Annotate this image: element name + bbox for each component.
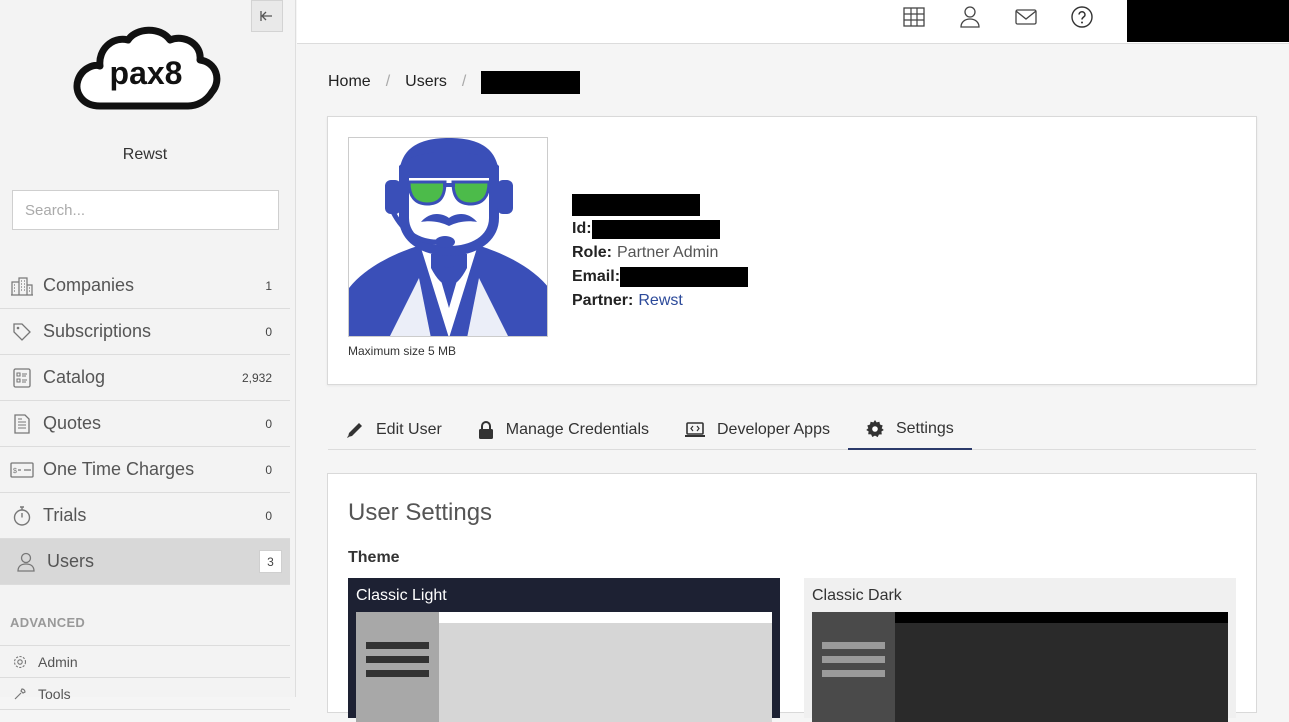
- sidebar-item-quotes[interactable]: Quotes 0: [0, 401, 290, 447]
- id-value-redacted: [591, 219, 720, 239]
- buildings-icon: [10, 274, 34, 298]
- breadcrumb-home[interactable]: Home: [328, 73, 371, 91]
- wrench-icon: [12, 686, 28, 702]
- laptop-code-icon: [685, 421, 705, 438]
- profile-card: Maximum size 5 MB Id: Role: Partner Admi…: [327, 116, 1257, 385]
- breadcrumb-current-redacted: [481, 70, 581, 94]
- catalog-list-icon: [10, 366, 34, 390]
- user-name-redacted: [572, 194, 700, 216]
- user-icon[interactable]: [958, 5, 982, 29]
- theme-label: Theme: [348, 549, 400, 566]
- sidebar: pax8 Rewst Companies 1 Subscriptions 0 C…: [0, 0, 296, 710]
- count-badge: 1: [265, 278, 272, 293]
- sidebar-item-label: Tools: [38, 685, 71, 702]
- sidebar-item-label: Admin: [38, 653, 78, 670]
- email-label: Email:: [572, 268, 621, 285]
- sidebar-item-tools[interactable]: Tools: [0, 678, 290, 710]
- redacted-account: [1127, 0, 1289, 42]
- tab-label: Edit User: [376, 420, 442, 438]
- sidebar-item-label: Companies: [43, 275, 135, 295]
- gear-icon: [866, 419, 884, 438]
- id-label: Id:: [572, 220, 592, 237]
- breadcrumb: Home / Users /: [328, 70, 581, 94]
- user-tabs: Edit User Manage Credentials Developer A…: [328, 409, 1256, 450]
- gear-icon: [12, 654, 28, 670]
- grid-table-icon[interactable]: [902, 5, 926, 29]
- tab-developer-apps[interactable]: Developer Apps: [667, 409, 848, 450]
- sidebar-item-label: Trials: [43, 505, 87, 525]
- breadcrumb-separator: /: [385, 73, 391, 90]
- settings-title: User Settings: [348, 499, 493, 526]
- sidebar-item-label: Catalog: [43, 367, 106, 387]
- partner-label: Partner:: [572, 292, 634, 309]
- theme-preview-light: [356, 612, 772, 722]
- theme-option-classic-dark[interactable]: Classic Dark: [804, 578, 1236, 722]
- logo-text: pax8: [110, 55, 183, 91]
- sidebar-item-label: Quotes: [43, 413, 102, 433]
- tab-edit-user[interactable]: Edit User: [328, 409, 460, 450]
- help-icon[interactable]: [1070, 5, 1094, 29]
- partner-link[interactable]: Rewst: [638, 289, 682, 313]
- org-name: Rewst: [122, 146, 168, 163]
- tab-settings[interactable]: Settings: [847, 409, 972, 450]
- sidebar-item-one-time-charges[interactable]: $ One Time Charges 0: [0, 447, 290, 493]
- theme-option-classic-light[interactable]: Classic Light: [348, 578, 780, 722]
- top-bar: [297, 0, 1289, 44]
- theme-preview-dark: [812, 612, 1228, 722]
- tag-icon: [10, 320, 34, 344]
- count-badge: 2,932: [241, 370, 272, 385]
- sidebar-item-catalog[interactable]: Catalog 2,932: [0, 355, 290, 401]
- sidebar-item-label: One Time Charges: [43, 459, 195, 479]
- pencil-icon: [346, 421, 364, 439]
- tab-label: Manage Credentials: [505, 420, 649, 438]
- sidebar-item-companies[interactable]: Companies 1: [0, 263, 290, 309]
- advanced-nav: Admin Tools: [0, 645, 290, 710]
- breadcrumb-separator: /: [461, 73, 467, 90]
- email-value-redacted: [620, 267, 749, 287]
- document-icon: [10, 412, 34, 436]
- dollar-ticket-icon: $: [10, 458, 34, 482]
- role-value: Partner Admin: [617, 244, 719, 261]
- sidebar-item-label: Users: [47, 551, 95, 571]
- tab-label: Settings: [895, 419, 954, 437]
- stopwatch-icon: [10, 504, 34, 528]
- tab-label: Developer Apps: [717, 420, 830, 438]
- search-input[interactable]: [12, 190, 279, 230]
- section-label-advanced: ADVANCED: [10, 615, 86, 630]
- sidebar-item-users[interactable]: Users 3: [0, 539, 290, 585]
- count-badge: 0: [265, 324, 272, 339]
- role-label: Role:: [572, 244, 612, 261]
- lock-icon: [478, 420, 494, 439]
- collapse-sidebar-button[interactable]: [251, 0, 283, 32]
- pax8-logo[interactable]: pax8: [70, 24, 222, 124]
- sidebar-nav: Companies 1 Subscriptions 0 Catalog 2,93…: [0, 263, 290, 585]
- svg-text:$: $: [13, 468, 17, 475]
- avatar-size-note: Maximum size 5 MB: [348, 344, 457, 358]
- breadcrumb-users[interactable]: Users: [405, 73, 447, 91]
- count-badge: 0: [265, 462, 272, 477]
- mail-icon[interactable]: [1014, 5, 1038, 29]
- theme-name: Classic Dark: [812, 587, 902, 604]
- tab-manage-credentials[interactable]: Manage Credentials: [460, 409, 667, 450]
- sidebar-item-admin[interactable]: Admin: [0, 646, 290, 678]
- avatar[interactable]: [348, 137, 548, 337]
- sidebar-item-subscriptions[interactable]: Subscriptions 0: [0, 309, 290, 355]
- collapse-arrow-icon: [260, 11, 272, 21]
- count-badge: 0: [265, 508, 272, 523]
- user-icon: [14, 550, 38, 574]
- user-info: Id: Role: Partner Admin Email: Partner: …: [572, 193, 749, 313]
- sidebar-item-label: Subscriptions: [43, 321, 152, 341]
- sidebar-item-trials[interactable]: Trials 0: [0, 493, 290, 539]
- count-badge: 3: [259, 550, 282, 573]
- settings-card: User Settings Theme Classic Light Classi…: [327, 473, 1257, 722]
- count-badge: 0: [265, 416, 272, 431]
- theme-name: Classic Light: [356, 587, 447, 604]
